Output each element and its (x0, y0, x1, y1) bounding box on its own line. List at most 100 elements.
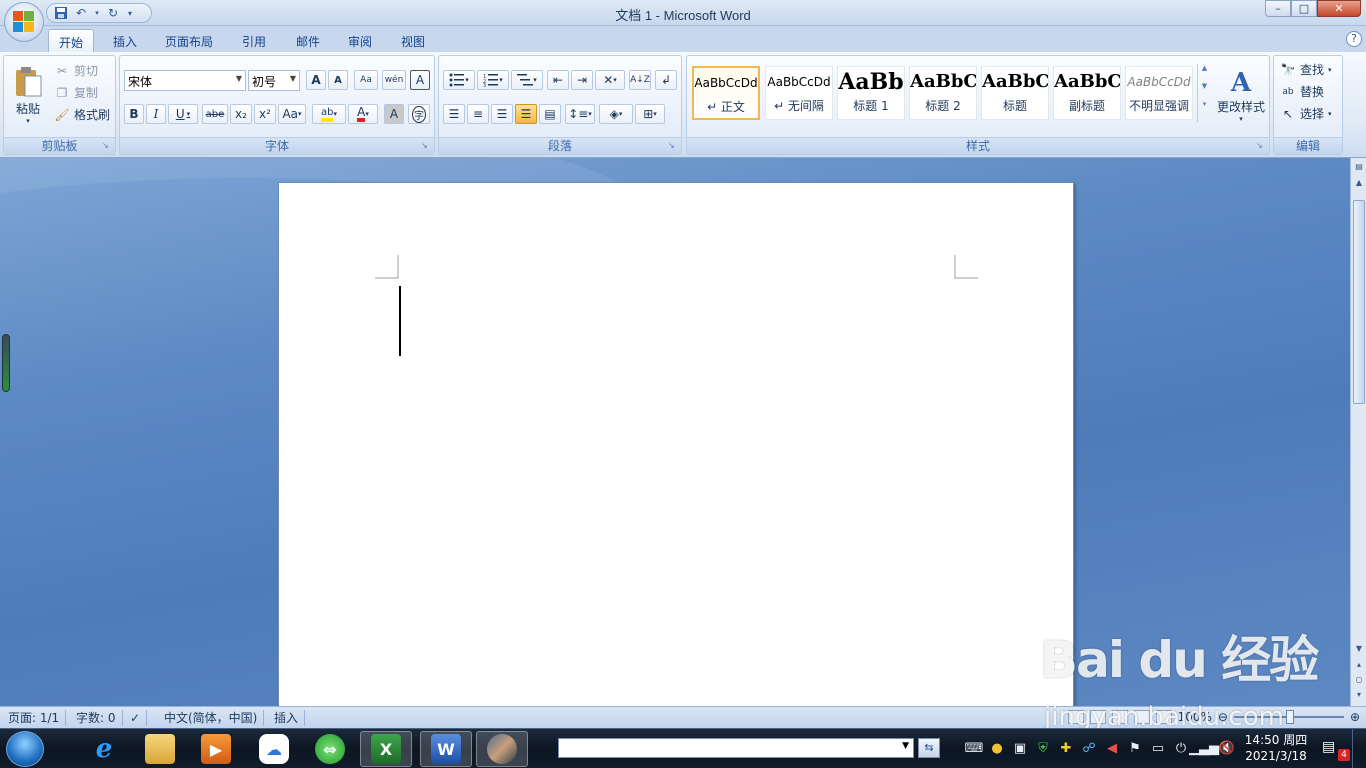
style-no-spacing[interactable]: AaBbCcDd ↵ 无间隔 (765, 66, 833, 120)
style-heading-2[interactable]: AaBbC 标题 2 (909, 66, 977, 120)
tab-page-layout[interactable]: 页面布局 (155, 29, 223, 52)
qq-icon[interactable]: ● (988, 739, 1006, 757)
taskbar-go-button[interactable]: ⇆ (918, 738, 940, 758)
clear-format-button[interactable]: Aa (354, 70, 378, 90)
flag-icon[interactable]: ⚑ (1126, 739, 1144, 757)
decrease-indent-button[interactable]: ⇤ (547, 70, 569, 90)
tab-references[interactable]: 引用 (232, 29, 276, 52)
select-button[interactable]: ↖ 选择 ▾ (1280, 105, 1332, 122)
cut-button[interactable]: ✂ 剪切 (54, 62, 98, 79)
chevron-down-icon[interactable]: ▼ (902, 741, 909, 751)
office-button[interactable] (4, 2, 44, 42)
proofing-icon[interactable]: ✓ (124, 710, 148, 726)
tab-insert[interactable]: 插入 (103, 29, 147, 52)
highlight-button[interactable]: ab ▾ (312, 104, 346, 124)
show-desktop-button[interactable] (1352, 729, 1366, 768)
numbering-button[interactable]: 1 2 3 ▾ (477, 70, 509, 90)
insert-mode[interactable]: 插入 (268, 710, 306, 726)
tab-review[interactable]: 审阅 (338, 29, 382, 52)
network-signal-icon[interactable]: ▁▃▅ (1189, 739, 1219, 757)
align-right-button[interactable]: ☰ (491, 104, 513, 124)
grow-font-button[interactable]: A (306, 70, 326, 90)
style-subtle-emphasis[interactable]: AaBbCcDd 不明显强调 (1125, 66, 1193, 120)
document-page[interactable] (278, 182, 1074, 706)
taskbar-image-viewer[interactable] (476, 731, 528, 767)
keyboard-icon[interactable]: ⌨ (965, 739, 984, 757)
tray-app-icon[interactable]: ▣ (1011, 739, 1029, 757)
increase-indent-button[interactable]: ⇥ (571, 70, 593, 90)
borders-button[interactable]: ⊞ ▾ (635, 104, 665, 124)
browse-object-icon[interactable]: ○ (1352, 673, 1366, 687)
taskbar-explorer[interactable] (134, 731, 186, 767)
justify-button[interactable]: ☰ (515, 104, 537, 124)
gallery-up-icon[interactable]: ▲ (1198, 64, 1211, 82)
copy-button[interactable]: ❐ 复制 (54, 84, 98, 101)
bold-button[interactable]: B (124, 104, 144, 124)
format-painter-button[interactable]: 🖌 格式刷 (54, 106, 110, 123)
superscript-button[interactable]: x² (254, 104, 276, 124)
align-center-button[interactable]: ≡ (467, 104, 489, 124)
dialog-launcher-icon[interactable]: ↘ (421, 141, 431, 151)
line-spacing-button[interactable]: ↕≡ ▾ (565, 104, 595, 124)
help-button[interactable]: ? (1346, 31, 1362, 47)
shrink-font-button[interactable]: A (328, 70, 348, 90)
page-count[interactable]: 页面: 1/1 (2, 710, 67, 726)
gallery-more-icon[interactable]: ▾ (1198, 100, 1211, 118)
replace-button[interactable]: ab 替换 (1280, 83, 1324, 100)
next-page-icon[interactable]: ▾ (1352, 688, 1366, 702)
bullets-button[interactable]: ▾ (443, 70, 475, 90)
style-subtitle[interactable]: AaBbC 副标题 (1053, 66, 1121, 120)
chinese-layout-button[interactable]: ✕ ▾ (595, 70, 625, 90)
power-icon[interactable]: ⏻ (1172, 739, 1190, 757)
taskbar-address-input[interactable]: ▼ (558, 738, 914, 758)
style-title[interactable]: AaBbC 标题 (981, 66, 1049, 120)
enclose-char-button[interactable]: 字 (408, 104, 430, 124)
maximize-button[interactable]: □ (1291, 0, 1317, 17)
tab-mailings[interactable]: 邮件 (286, 29, 330, 52)
speaker-muted-icon[interactable]: 🔇 (1218, 739, 1236, 757)
previous-page-icon[interactable]: ▴ (1352, 658, 1366, 672)
taskbar-baidu-netdisk[interactable]: ☁ (248, 731, 300, 767)
italic-button[interactable]: I (146, 104, 166, 124)
scroll-up-icon[interactable]: ▲ (1352, 176, 1366, 190)
taskbar-excel[interactable]: X (360, 731, 412, 767)
volume-app-icon[interactable]: ◀ (1103, 739, 1121, 757)
zoom-in-icon[interactable]: ⊕ (1350, 710, 1360, 724)
font-size-combo[interactable]: 初号 ▼ (248, 70, 300, 91)
style-heading-1[interactable]: AaBb 标题 1 (837, 66, 905, 120)
zoom-slider-knob[interactable] (1285, 710, 1294, 724)
align-left-button[interactable]: ☰ (443, 104, 465, 124)
distributed-button[interactable]: ▤ (539, 104, 561, 124)
underline-button[interactable]: U ▾ (168, 104, 198, 124)
dialog-launcher-icon[interactable]: ↘ (102, 141, 112, 151)
taskbar-word[interactable]: W (420, 731, 472, 767)
shield-icon[interactable]: ⛨ (1034, 739, 1052, 757)
word-count[interactable]: 字数: 0 (70, 710, 123, 726)
scrollbar-thumb[interactable] (1353, 200, 1365, 404)
scroll-down-icon[interactable]: ▼ (1352, 642, 1366, 656)
font-name-combo[interactable]: 宋体 ▼ (124, 70, 246, 91)
language-status[interactable]: 中文(简体，中国) (158, 710, 265, 726)
style-normal[interactable]: AaBbCcDd ↵ 正文 (692, 66, 760, 120)
tab-view[interactable]: 视图 (391, 29, 435, 52)
start-button[interactable] (6, 731, 44, 767)
char-shading-button[interactable]: A (384, 104, 404, 124)
find-button[interactable]: 🔭 查找 ▾ (1280, 61, 1332, 78)
strikethrough-button[interactable]: abe (202, 104, 228, 124)
security-icon[interactable]: ✚ (1057, 739, 1075, 757)
dialog-launcher-icon[interactable]: ↘ (1256, 141, 1266, 151)
tab-home[interactable]: 开始 (48, 29, 95, 52)
vertical-scrollbar[interactable]: ▤ ▲ ▼ ▴ ○ ▾ (1350, 158, 1366, 706)
subscript-button[interactable]: x₂ (230, 104, 252, 124)
notification-icon[interactable]: ▤ 4 (1322, 739, 1350, 761)
change-case-button[interactable]: Aa ▾ (278, 104, 306, 124)
sort-button[interactable]: A↓Z (629, 70, 651, 90)
char-border-button[interactable]: A (410, 70, 430, 90)
multilevel-list-button[interactable]: ▾ (511, 70, 543, 90)
taskbar-media-player[interactable]: ▶ (190, 731, 242, 767)
font-color-button[interactable]: A ▾ (348, 104, 378, 124)
dialog-launcher-icon[interactable]: ↘ (668, 141, 678, 151)
show-marks-button[interactable]: ↲ (655, 70, 677, 90)
taskbar-ie[interactable]: e (78, 731, 130, 767)
shading-button[interactable]: ◈ ▾ (599, 104, 633, 124)
